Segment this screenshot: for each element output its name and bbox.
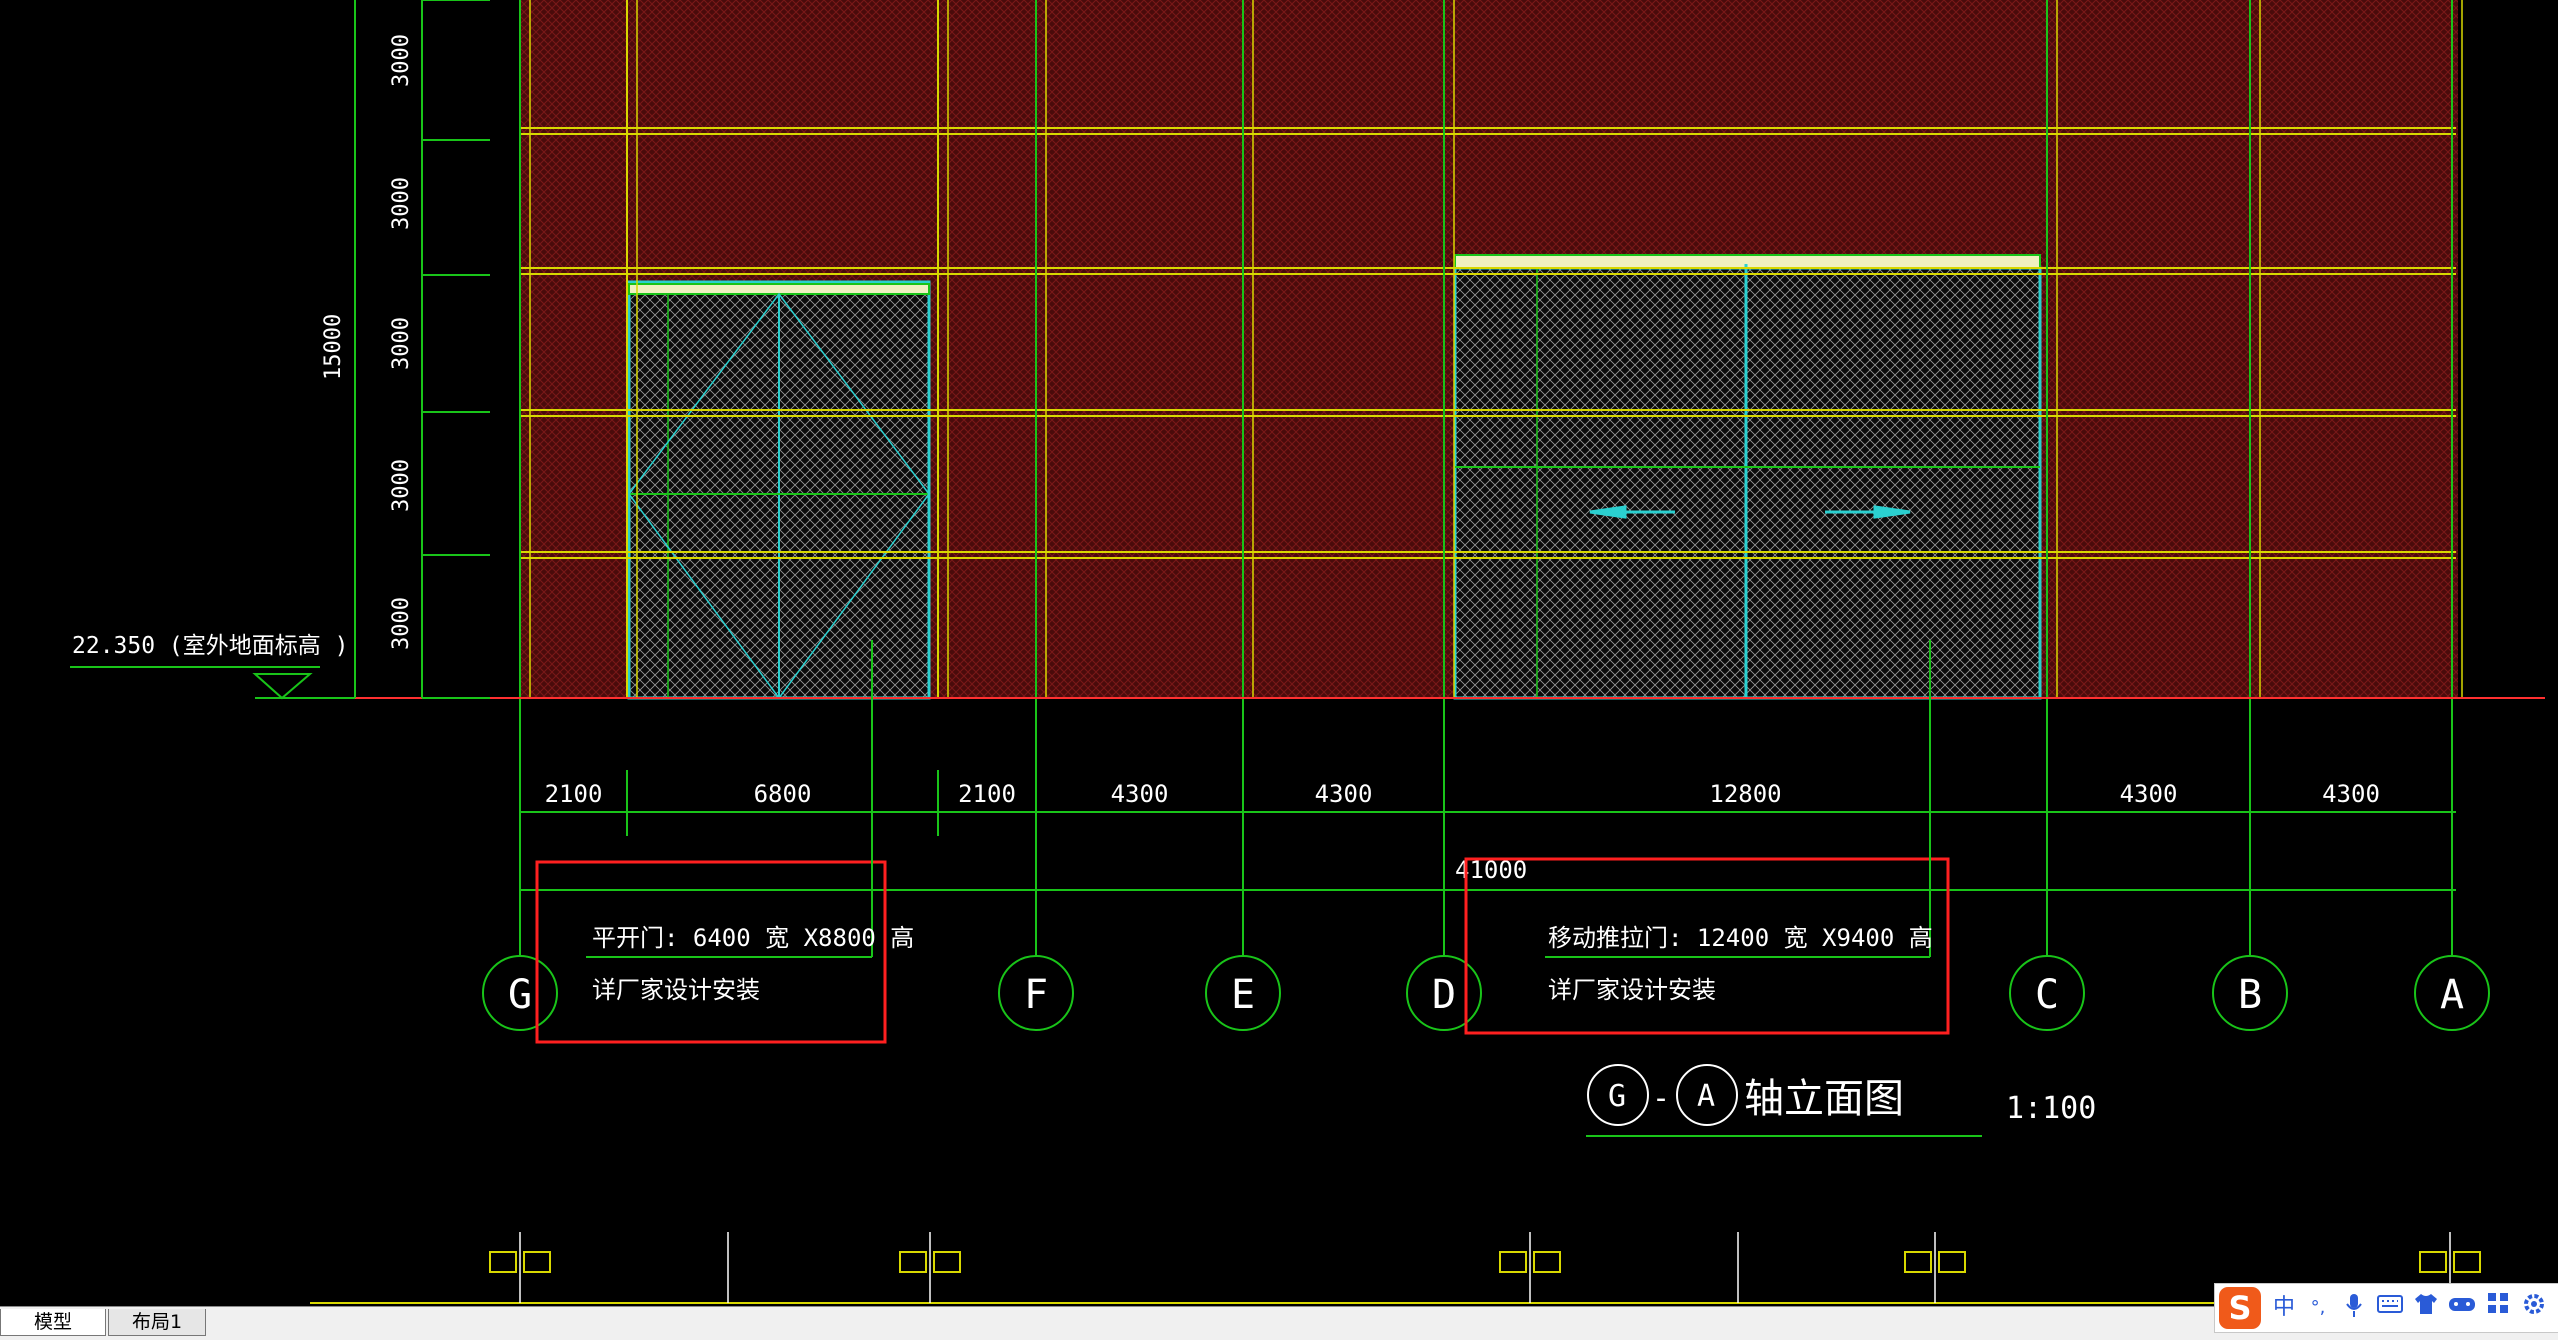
- sogou-logo-icon[interactable]: S: [2219, 1287, 2261, 1329]
- height-dimension: [354, 0, 490, 699]
- axis-label: A: [2440, 972, 2464, 1018]
- lamp-fixture: [2419, 1251, 2447, 1273]
- layout-tab-bar: 模型 布局1: [0, 1306, 2558, 1340]
- bay-dimension-label: 4300: [2322, 780, 2380, 808]
- lamp-fixture: [1533, 1251, 1561, 1273]
- swing-door: [627, 280, 931, 700]
- axis-label: F: [1024, 972, 1048, 1018]
- lamp-fixture: [1904, 1251, 1932, 1273]
- title-axis-2: A: [1697, 1079, 1715, 1114]
- swing-door-spec: 平开门: 6400 宽 X8800 高: [592, 924, 914, 952]
- ground-elevation-marker: [70, 666, 355, 700]
- tab-layout1[interactable]: 布局1: [108, 1309, 206, 1336]
- ime-chinese-mode[interactable]: 中: [2269, 1292, 2299, 1324]
- lamp-fixture: [489, 1251, 517, 1273]
- row-height-label: 3000: [389, 459, 414, 512]
- lamp-fixture: [2453, 1251, 2481, 1273]
- tab-model[interactable]: 模型: [0, 1309, 106, 1336]
- keyboard-icon[interactable]: [2375, 1292, 2405, 1324]
- shirt-icon[interactable]: [2411, 1292, 2441, 1324]
- bay-dimension-label: 2100: [545, 780, 603, 808]
- game-icon[interactable]: [2447, 1292, 2477, 1324]
- bay-dimension-label: 4300: [2120, 780, 2178, 808]
- bay-dimension-label: 12800: [1709, 780, 1781, 808]
- axis-label: B: [2238, 972, 2262, 1018]
- row-height-label: 3000: [389, 34, 414, 87]
- axis-label: D: [1432, 972, 1456, 1018]
- mic-icon[interactable]: [2339, 1292, 2369, 1324]
- lamp-fixture: [1938, 1251, 1966, 1273]
- sliding-door: [1453, 254, 2042, 700]
- axis-bubbles: GFEDCBA: [482, 955, 2490, 1031]
- sliding-door-spec: 移动推拉门: 12400 宽 X9400 高: [1548, 924, 1933, 952]
- row-height-label: 3000: [389, 317, 414, 370]
- bay-dimension-label: 2100: [958, 780, 1016, 808]
- cad-drawing-canvas[interactable]: 15000 3000 3000 3000 3000 3000 22.350 (室外地面标…: [0, 0, 2558, 1306]
- total-height-label: 15000: [321, 314, 346, 380]
- axis-label: C: [2035, 972, 2059, 1018]
- bay-dimension-labels: 2100 6800 2100 4300 4300 12800 4300 4300: [519, 770, 2453, 836]
- drawing-scale: 1:100: [2006, 1091, 2096, 1126]
- settings-icon[interactable]: [2519, 1292, 2549, 1324]
- title-separator: -: [1652, 1081, 1670, 1116]
- bay-dimension-label: 4300: [1111, 780, 1169, 808]
- row-height-label: 3000: [389, 597, 414, 650]
- ime-punctuation[interactable]: °,: [2303, 1292, 2333, 1324]
- sliding-door-note: 详厂家设计安装: [1548, 976, 1716, 1004]
- lamp-fixture: [899, 1251, 927, 1273]
- axis-label: E: [1231, 972, 1255, 1018]
- axis-label: G: [508, 972, 532, 1018]
- bay-dimension-label: 6800: [754, 780, 812, 808]
- swing-door-note: 详厂家设计安装: [592, 976, 760, 1004]
- ground-elevation-label: 22.350 (室外地面标高 ): [72, 633, 348, 659]
- grid-icon[interactable]: [2483, 1292, 2513, 1324]
- row-height-label: 3000: [389, 177, 414, 230]
- row-height-labels: 3000 3000 3000 3000 3000: [389, 34, 414, 650]
- bay-dimension-label: 4300: [1315, 780, 1373, 808]
- lamp-fixture: [1499, 1251, 1527, 1273]
- lamp-fixture: [933, 1251, 961, 1273]
- drawing-title: 轴立面图: [1744, 1076, 1904, 1122]
- lower-drawing-fragment: [310, 1232, 2510, 1304]
- lamp-fixture: [523, 1251, 551, 1273]
- title-axis-1: G: [1608, 1079, 1626, 1114]
- ime-toolbar: S 中 °,: [2214, 1283, 2558, 1333]
